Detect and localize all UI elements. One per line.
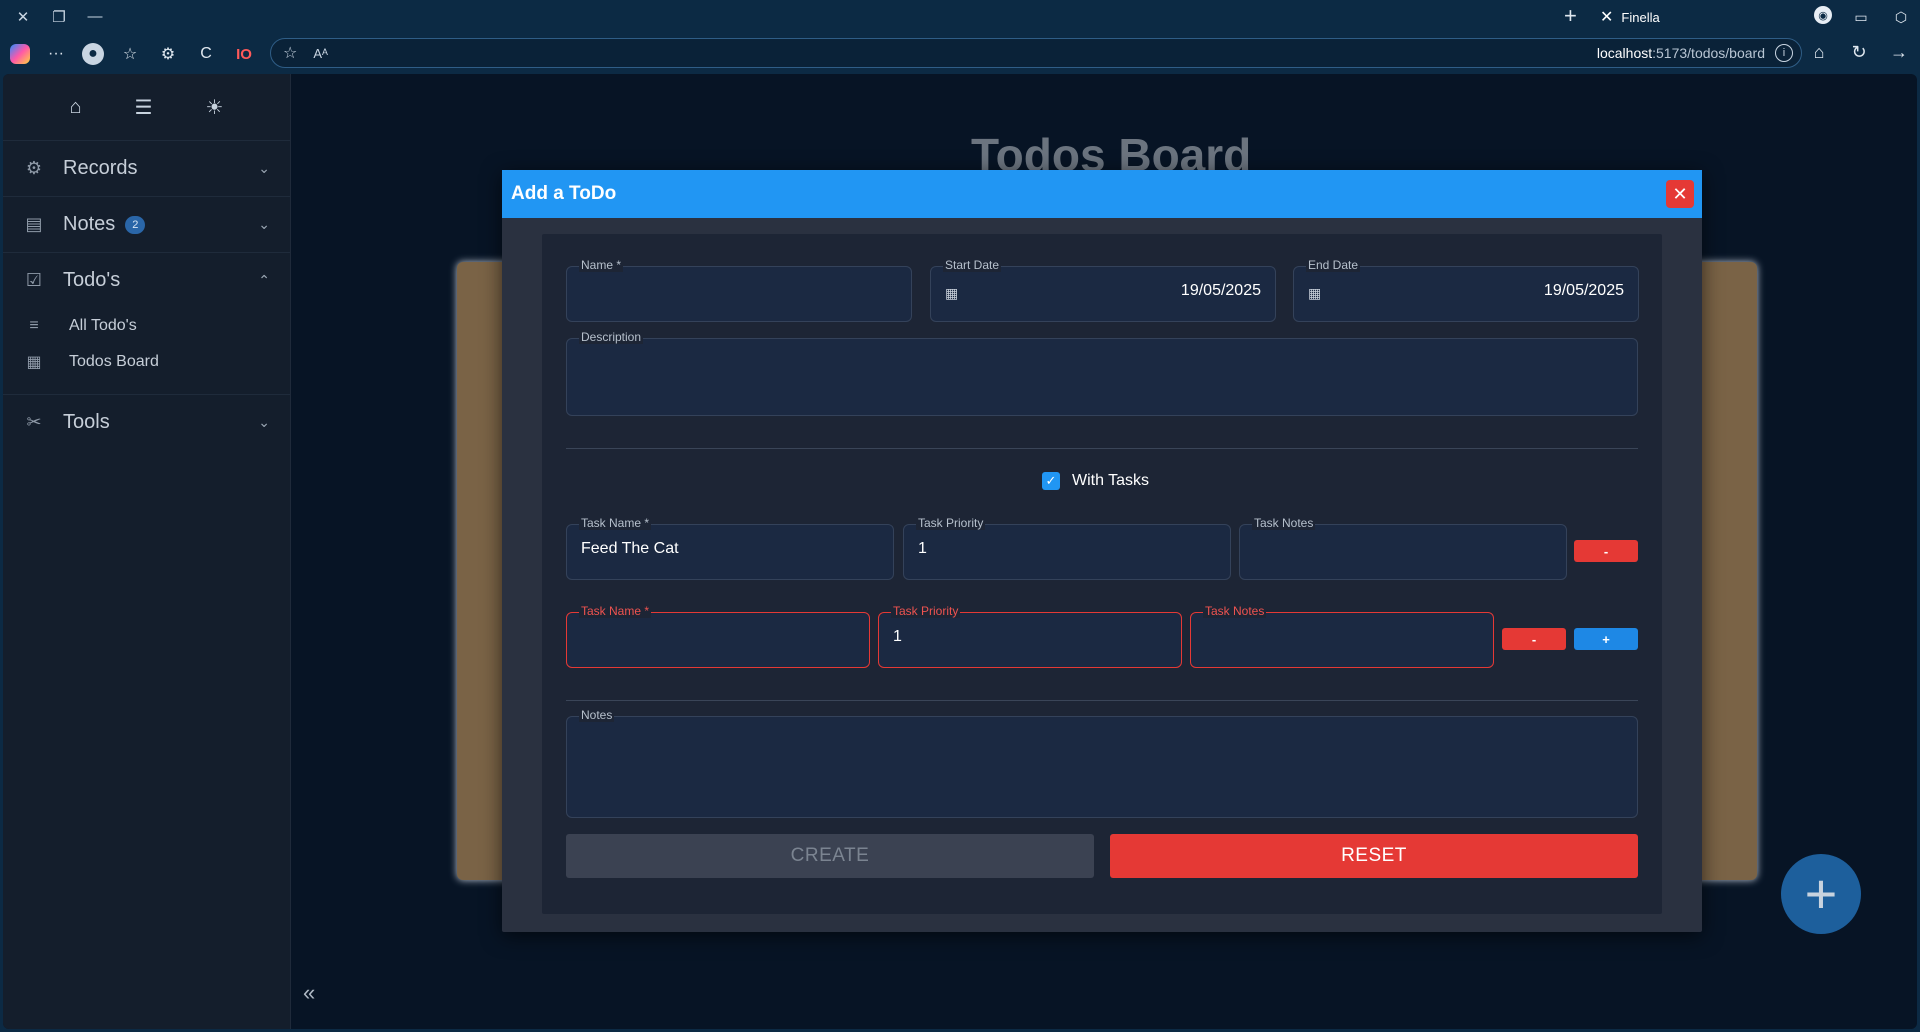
- address-bar[interactable]: ☆ Aᴬ localhost:5173/todos/board i: [270, 38, 1802, 68]
- browser-toolbar: ··· ● ☆ ⚙ C IO ☆ Aᴬ localhost:5173/todos…: [0, 34, 1920, 74]
- refresh-icon[interactable]: ↻: [1848, 40, 1870, 64]
- notes-icon: ▤: [25, 214, 43, 234]
- extensions-icon[interactable]: ⚙: [156, 42, 180, 66]
- restore-window-icon[interactable]: ❐: [48, 6, 70, 28]
- task-name-field[interactable]: Task Name *: [566, 604, 870, 668]
- task-priority-field[interactable]: Task Priority 1: [878, 604, 1182, 668]
- sidebar-section-tools[interactable]: ✂ Tools ⌄: [3, 394, 290, 450]
- notes-field[interactable]: Notes: [566, 708, 1638, 818]
- browser-tab[interactable]: ✕ Finella: [1600, 2, 1800, 32]
- end-date-field[interactable]: End Date ▦ 19/05/2025: [1293, 258, 1639, 322]
- new-tab-icon[interactable]: +: [1564, 5, 1577, 27]
- favorites-icon[interactable]: ☆: [118, 42, 142, 66]
- chevron-down-icon: ⌄: [258, 160, 270, 176]
- todos-icon: ☑: [25, 270, 43, 290]
- reset-button[interactable]: RESET: [1110, 834, 1638, 878]
- tools-icon: ✂: [26, 412, 42, 432]
- workspaces-icon[interactable]: ⬡: [1890, 6, 1912, 28]
- edit-list-icon: ≡: [29, 317, 39, 334]
- remove-task-button[interactable]: -: [1502, 628, 1566, 650]
- sidebar-item-todos-board[interactable]: ▦ Todos Board: [3, 344, 290, 380]
- copilot-icon[interactable]: [10, 44, 30, 64]
- close-dialog-button[interactable]: ✕: [1666, 180, 1694, 208]
- home-icon[interactable]: ⌂: [70, 96, 82, 119]
- divider: [566, 700, 1638, 701]
- task-notes-field[interactable]: Task Notes: [1190, 604, 1494, 668]
- menu-icon[interactable]: ☰: [135, 95, 153, 120]
- create-button[interactable]: CREATE: [566, 834, 1094, 878]
- notes-count-badge: 2: [125, 215, 146, 234]
- remove-task-button[interactable]: -: [1574, 540, 1638, 562]
- task-notes-field[interactable]: Task Notes: [1239, 516, 1567, 580]
- read-aloud-icon[interactable]: Aᴬ: [313, 46, 328, 61]
- tab-title: Finella: [1621, 9, 1660, 25]
- calendar-icon[interactable]: ▦: [945, 285, 958, 302]
- extension-c-icon[interactable]: C: [194, 42, 218, 66]
- profile-icon[interactable]: ●: [82, 43, 104, 65]
- sidebar-top-bar: ⌂ ☰ ☀: [3, 74, 290, 140]
- browser-titlebar: ✕ ❐ — + ✕ Finella ◉ ▭ ⬡: [0, 0, 1920, 33]
- task-priority-field[interactable]: Task Priority 1: [903, 516, 1231, 580]
- checkbox-checked-icon[interactable]: ✓: [1042, 472, 1060, 490]
- dialog-header: Add a ToDo ✕: [502, 170, 1702, 218]
- extension-io-icon[interactable]: IO: [232, 42, 256, 66]
- sidebar-section-records[interactable]: ⚙ Records ⌄: [3, 140, 290, 196]
- chevron-down-icon: ⌄: [258, 216, 270, 232]
- star-icon[interactable]: ☆: [283, 43, 297, 63]
- with-tasks-checkbox[interactable]: ✓ With Tasks: [1042, 472, 1149, 490]
- url-text: localhost:5173/todos/board: [1596, 45, 1765, 61]
- add-todo-fab[interactable]: +: [1781, 854, 1861, 934]
- divider: [566, 448, 1638, 449]
- chevron-down-icon: ⌄: [258, 414, 270, 430]
- add-todo-dialog: Add a ToDo ✕ Name * Start Date ▦ 19/05/2…: [502, 170, 1702, 932]
- account-icon[interactable]: ◉: [1814, 6, 1832, 24]
- collapse-sidebar-icon[interactable]: «: [303, 980, 315, 1006]
- sidebar-section-notes[interactable]: ▤ Notes 2 ⌄: [3, 196, 290, 252]
- close-tab-icon[interactable]: ✕: [1600, 7, 1613, 27]
- sidebar-item-all-todos[interactable]: ≡ All Todo's: [3, 308, 290, 344]
- more-icon[interactable]: ···: [44, 42, 68, 66]
- records-icon: ⚙: [25, 158, 43, 178]
- forward-icon[interactable]: →: [1888, 40, 1910, 64]
- board-icon: ▦: [26, 354, 42, 371]
- home-browser-icon[interactable]: ⌂: [1808, 40, 1830, 64]
- todo-form: Name * Start Date ▦ 19/05/2025 End Date …: [542, 234, 1662, 914]
- start-date-field[interactable]: Start Date ▦ 19/05/2025: [930, 258, 1276, 322]
- add-task-button[interactable]: +: [1574, 628, 1638, 650]
- site-info-icon[interactable]: i: [1775, 44, 1793, 62]
- close-window-icon[interactable]: ✕: [12, 6, 34, 28]
- description-field[interactable]: Description: [566, 330, 1638, 416]
- theme-toggle-icon[interactable]: ☀: [206, 95, 224, 120]
- chevron-up-icon: ⌃: [258, 272, 270, 288]
- sidebar-section-todos[interactable]: ☑ Todo's ⌃: [3, 252, 290, 308]
- task-name-field[interactable]: Task Name * Feed The Cat: [566, 516, 894, 580]
- name-field[interactable]: Name *: [566, 258, 912, 322]
- sidebar-toggle-icon[interactable]: ▭: [1850, 6, 1872, 28]
- calendar-icon[interactable]: ▦: [1308, 285, 1321, 302]
- minimize-window-icon[interactable]: —: [84, 6, 106, 28]
- sidebar: ⌂ ☰ ☀ ⚙ Records ⌄ ▤ Notes 2 ⌄ ☑ Todo's ⌃…: [3, 74, 291, 1029]
- dialog-title: Add a ToDo: [511, 183, 617, 204]
